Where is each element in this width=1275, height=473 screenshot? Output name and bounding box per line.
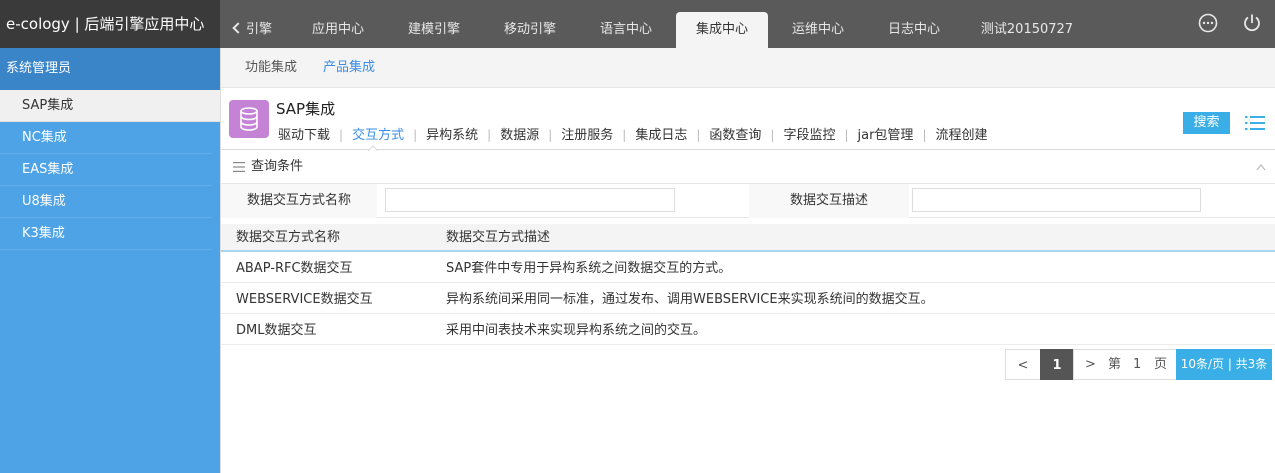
cell-desc: 采用中间表技术来实现异构系统之间的交互。	[446, 323, 707, 338]
sidebar-item-nc[interactable]: NC集成	[0, 122, 212, 154]
data-table: 数据交互方式名称 数据交互方式描述 ABAP-RFC数据交互 SAP套件中专用于…	[221, 224, 1275, 345]
nav-back-label: 引擎	[246, 22, 273, 37]
page-size-info[interactable]: 10条/页 | 共3条	[1176, 349, 1272, 380]
table-row[interactable]: WEBSERVICE数据交互 异构系统间采用同一标准，通过发布、调用WEBSER…	[221, 283, 1275, 314]
next-page-button[interactable]: >	[1085, 349, 1096, 380]
page-header: SAP集成 驱动下载 | 交互方式 | 异构系统 | 数据源 | 注册服务 | 集成日志 | 函数查询 |…	[221, 88, 1275, 151]
menu-separator: |	[770, 128, 775, 142]
filter-label-desc: 数据交互描述	[749, 184, 909, 218]
subtab-function-integration[interactable]: 功能集成	[245, 48, 297, 88]
menu-separator: |	[622, 128, 627, 142]
menu-function-query[interactable]: 函数查询	[707, 124, 763, 143]
cell-name: DML数据交互	[236, 323, 317, 338]
chevron-left-icon	[232, 22, 244, 34]
page-number-input[interactable]: 1	[1133, 349, 1141, 380]
menu-separator: |	[548, 128, 553, 142]
menu-separator: |	[922, 128, 927, 142]
table-row[interactable]: DML数据交互 采用中间表技术来实现异构系统之间的交互。	[221, 314, 1275, 345]
page-1-button[interactable]: 1	[1040, 349, 1074, 380]
menu-separator: |	[413, 128, 418, 142]
menu-separator: |	[487, 128, 492, 142]
more-icon[interactable]	[1198, 13, 1218, 33]
filter-row: 数据交互方式名称 数据交互描述	[221, 184, 1275, 218]
menu-separator: |	[844, 128, 849, 142]
main-content: 功能集成 产品集成 SAP集成 驱动下载 | 交互方式 | 异构系统 | 数据源 | 注册服务 |…	[220, 48, 1275, 473]
tab-integration-center[interactable]: 集成中心	[676, 12, 768, 48]
sidebar: 系统管理员 SAP集成 NC集成 EAS集成 U8集成 K3集成	[0, 48, 220, 473]
menu-workflow-create[interactable]: 流程创建	[933, 124, 989, 143]
sidebar-item-u8[interactable]: U8集成	[0, 186, 212, 218]
cell-name: ABAP-RFC数据交互	[236, 261, 353, 276]
sidebar-item-k3[interactable]: K3集成	[0, 218, 212, 250]
app-title: e-cology | 后端引擎应用中心	[0, 0, 220, 48]
table-header: 数据交互方式名称 数据交互方式描述	[221, 224, 1275, 252]
tab-language-center[interactable]: 语言中心	[588, 12, 664, 48]
menu-data-source[interactable]: 数据源	[498, 124, 541, 143]
page-ye-label: 页	[1154, 357, 1168, 372]
tab-test[interactable]: 测试20150727	[972, 12, 1082, 48]
menu-interaction-mode[interactable]: 交互方式	[350, 124, 406, 143]
top-bar: e-cology | 后端引擎应用中心 引擎 应用中心 建模引擎 移动引擎 语言…	[0, 0, 1275, 48]
menu-register-service[interactable]: 注册服务	[559, 124, 615, 143]
page-di-label: 第	[1108, 357, 1122, 372]
sidebar-header: 系统管理员	[0, 48, 220, 90]
tab-mobile-engine[interactable]: 移动引擎	[492, 12, 568, 48]
app-icon-tile	[229, 100, 269, 138]
tab-modeling-engine[interactable]: 建模引擎	[396, 12, 472, 48]
query-conditions-title: 查询条件	[251, 159, 304, 174]
menu-lines-icon	[233, 162, 245, 172]
sidebar-item-sap[interactable]: SAP集成	[0, 90, 220, 122]
search-button[interactable]: 搜索	[1183, 112, 1230, 134]
menu-separator: |	[339, 128, 344, 142]
cell-name: WEBSERVICE数据交互	[236, 292, 373, 307]
menu-jar-management[interactable]: jar包管理	[856, 124, 916, 143]
cell-desc: SAP套件中专用于异构系统之间数据交互的方式。	[446, 261, 732, 276]
filter-name-input[interactable]	[385, 188, 675, 212]
filter-desc-input[interactable]	[912, 188, 1201, 212]
menu-separator: |	[696, 128, 701, 142]
power-icon[interactable]	[1242, 13, 1262, 33]
menu-driver-download[interactable]: 驱动下载	[276, 124, 332, 143]
subtab-product-integration[interactable]: 产品集成	[323, 48, 375, 88]
query-conditions-bar: 查询条件	[221, 150, 1275, 184]
column-header-name[interactable]: 数据交互方式名称	[236, 224, 340, 252]
database-icon	[240, 107, 258, 131]
tab-ops-center[interactable]: 运维中心	[780, 12, 856, 48]
sidebar-item-eas[interactable]: EAS集成	[0, 154, 212, 186]
column-header-desc[interactable]: 数据交互方式描述	[446, 224, 550, 252]
page-menu: 驱动下载 | 交互方式 | 异构系统 | 数据源 | 注册服务 | 集成日志 | 函数查询 | 字段监控 | j…	[276, 124, 990, 144]
table-row[interactable]: ABAP-RFC数据交互 SAP套件中专用于异构系统之间数据交互的方式。	[221, 252, 1275, 283]
filter-label-name: 数据交互方式名称	[221, 184, 377, 218]
page-title: SAP集成	[276, 100, 336, 118]
menu-integration-log[interactable]: 集成日志	[633, 124, 689, 143]
prev-page-button[interactable]: <	[1005, 349, 1041, 380]
tab-app-center[interactable]: 应用中心	[300, 12, 376, 48]
cell-desc: 异构系统间采用同一标准，通过发布、调用WEBSERVICE来实现系统间的数据交互…	[446, 292, 934, 307]
menu-heterogeneous-system[interactable]: 异构系统	[424, 124, 480, 143]
tab-log-center[interactable]: 日志中心	[876, 12, 952, 48]
subtabs: 功能集成 产品集成	[221, 48, 1275, 88]
chevron-up-icon[interactable]	[1256, 163, 1266, 171]
menu-field-monitor[interactable]: 字段监控	[781, 124, 837, 143]
nav-back[interactable]: 引擎	[232, 12, 273, 48]
list-view-icon[interactable]	[1245, 114, 1265, 132]
